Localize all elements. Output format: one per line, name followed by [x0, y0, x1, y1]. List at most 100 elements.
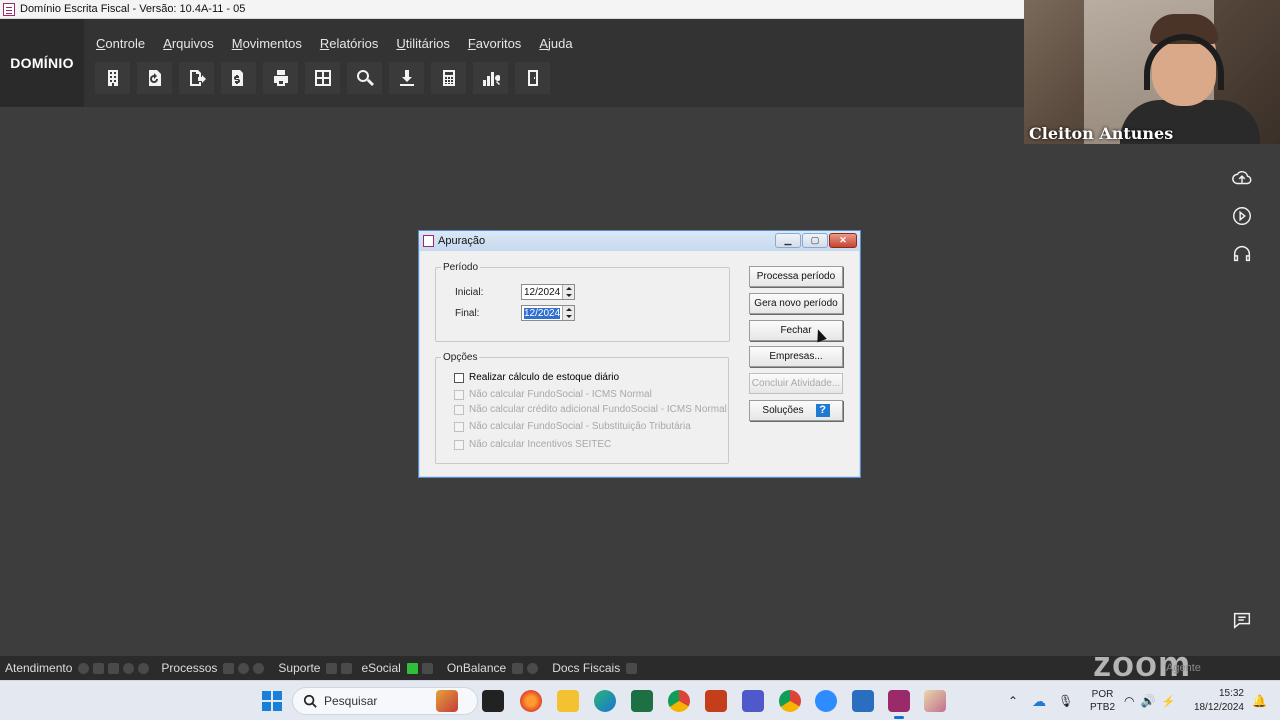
edge-icon[interactable] — [594, 690, 616, 712]
language-indicator[interactable]: POR PTB2 — [1090, 681, 1115, 720]
checkbox-box — [454, 421, 464, 432]
search-placeholder: Pesquisar — [324, 694, 378, 708]
app-title-bar: Domínio Escrita Fiscal - Versão: 10.4A-1… — [0, 0, 1024, 19]
document-money-icon[interactable] — [221, 62, 256, 94]
checkbox-label: Não calcular FundoSocial - ICMS Normal — [469, 389, 652, 400]
menu-favoritos[interactable]: Favoritos — [468, 36, 521, 51]
inicial-label: Inicial: — [455, 287, 484, 298]
menu-ajuda[interactable]: Ajuda — [539, 36, 572, 51]
final-date-spinner[interactable]: 12/2024 — [521, 305, 575, 321]
taskbar-clock[interactable]: 15:32 18/12/2024 — [1190, 687, 1244, 715]
gift-widget-icon[interactable] — [436, 690, 458, 712]
chart-search-icon[interactable] — [473, 62, 508, 94]
teams-icon[interactable] — [742, 690, 764, 712]
dominio-app-icon[interactable] — [888, 690, 910, 719]
esocial-status-icon — [406, 662, 418, 674]
file-explorer-icon[interactable] — [557, 690, 579, 712]
building-icon[interactable] — [95, 62, 130, 94]
onedrive-icon[interactable]: ☁ — [1032, 693, 1046, 710]
checkbox-box[interactable] — [454, 372, 464, 383]
checkbox-label: Não calcular FundoSocial - Substituição … — [469, 421, 691, 432]
processos-link[interactable]: Processos — [161, 661, 217, 675]
menu-relatorios[interactable]: Relatórios — [320, 36, 379, 51]
status-dot-icon — [138, 662, 150, 674]
status-square-icon — [93, 662, 105, 674]
clock-time: 15:32 — [1218, 688, 1244, 699]
microphone-icon[interactable]: 🎙 — [1058, 694, 1073, 708]
solucoes-label: Soluções — [762, 405, 804, 416]
estoque-diario-checkbox[interactable]: Realizar cálculo de estoque diário — [454, 372, 619, 383]
volume-icon[interactable]: 🔊 — [1140, 694, 1155, 708]
concluir-atividade-button: Concluir Atividade... — [749, 373, 843, 394]
status-square-icon — [626, 662, 638, 674]
menu-movimentos[interactable]: Movimentos — [232, 36, 302, 51]
suporte-link[interactable]: Suporte — [278, 661, 320, 675]
chat-icon[interactable] — [1228, 606, 1256, 634]
notepad-icon[interactable] — [852, 690, 874, 712]
search-icon — [303, 694, 317, 708]
minimize-button[interactable]: ▁ — [775, 233, 801, 248]
calculator-icon[interactable] — [431, 62, 466, 94]
chevron-up-icon[interactable]: ⌃ — [1008, 694, 1018, 708]
dialog-title-bar[interactable]: Apuração ▁ ▢ ✕ — [419, 231, 860, 251]
status-dot-icon — [238, 662, 250, 674]
zoom-app-icon[interactable] — [815, 690, 837, 712]
processa-periodo-button[interactable]: Processa período — [749, 266, 843, 287]
close-button[interactable]: ✕ — [829, 233, 857, 248]
esocial-link[interactable]: eSocial — [361, 661, 400, 675]
search-icon[interactable] — [347, 62, 382, 94]
main-menu: Controle Arquivos Movimentos Relatórios … — [96, 36, 573, 51]
door-icon[interactable] — [515, 62, 550, 94]
chrome-icon[interactable] — [668, 690, 690, 712]
empresas-button[interactable]: Empresas... — [749, 346, 843, 367]
solucoes-button[interactable]: Soluções ? — [749, 400, 843, 421]
excel-icon[interactable] — [631, 690, 653, 712]
fundosocial-st-checkbox: Não calcular FundoSocial - Substituição … — [454, 421, 691, 432]
play-icon[interactable] — [1228, 202, 1256, 230]
docs-fiscais-link[interactable]: Docs Fiscais — [552, 661, 620, 675]
document-refresh-icon[interactable] — [137, 62, 172, 94]
powerpoint-icon[interactable] — [705, 690, 727, 712]
opcoes-legend: Opções — [443, 352, 478, 363]
notification-bell-icon[interactable]: 🔔 — [1252, 694, 1267, 708]
final-spin-arrows-icon[interactable] — [562, 306, 574, 320]
help-icon: ? — [815, 404, 830, 417]
menu-utilitarios[interactable]: Utilitários — [396, 36, 449, 51]
checkbox-label: Realizar cálculo de estoque diário — [469, 372, 620, 383]
snipping-tool-icon[interactable] — [924, 690, 946, 712]
document-export-icon[interactable] — [179, 62, 214, 94]
inicial-date-spinner[interactable]: 12/2024 — [521, 284, 575, 300]
windows-start-icon[interactable] — [262, 691, 282, 711]
power-icon[interactable]: ⚡ — [1161, 695, 1175, 708]
dialog-app-icon — [423, 235, 434, 247]
final-label: Final: — [455, 308, 480, 319]
status-dot-icon — [253, 662, 265, 674]
toolbar-buttons — [95, 62, 550, 94]
checkbox-label: Não calcular crédito adicional FundoSoci… — [469, 404, 727, 415]
app-title: Domínio Escrita Fiscal - Versão: 10.4A-1… — [20, 3, 246, 15]
status-dot-icon — [527, 662, 539, 674]
checkbox-box — [454, 404, 464, 415]
calculator-grid-icon[interactable] — [305, 62, 340, 94]
headset-icon[interactable] — [1228, 240, 1256, 268]
task-view-icon[interactable] — [482, 690, 504, 712]
inicial-spin-arrows-icon[interactable] — [562, 285, 574, 299]
atendimento-link[interactable]: Atendimento — [5, 661, 72, 675]
apuracao-dialog: Apuração ▁ ▢ ✕ Período Inicial: 12/2024 … — [418, 230, 861, 478]
cloud-upload-icon[interactable] — [1228, 164, 1256, 192]
chrome-profile-icon[interactable] — [779, 690, 801, 712]
maximize-button[interactable]: ▢ — [802, 233, 828, 248]
menu-arquivos[interactable]: Arquivos — [163, 36, 214, 51]
menu-controle[interactable]: Controle — [96, 36, 145, 51]
gera-novo-periodo-button[interactable]: Gera novo período — [749, 293, 843, 314]
status-square-icon — [326, 662, 338, 674]
onbalance-link[interactable]: OnBalance — [447, 661, 506, 675]
firefox-icon[interactable] — [520, 690, 542, 712]
checkbox-label: Não calcular Incentivos SEITEC — [469, 439, 612, 450]
printer-icon[interactable] — [263, 62, 298, 94]
download-icon[interactable] — [389, 62, 424, 94]
wifi-icon[interactable]: ◠ — [1124, 694, 1134, 708]
status-square-icon — [341, 662, 353, 674]
periodo-legend: Período — [443, 262, 479, 273]
fechar-button[interactable]: Fechar — [749, 320, 843, 341]
